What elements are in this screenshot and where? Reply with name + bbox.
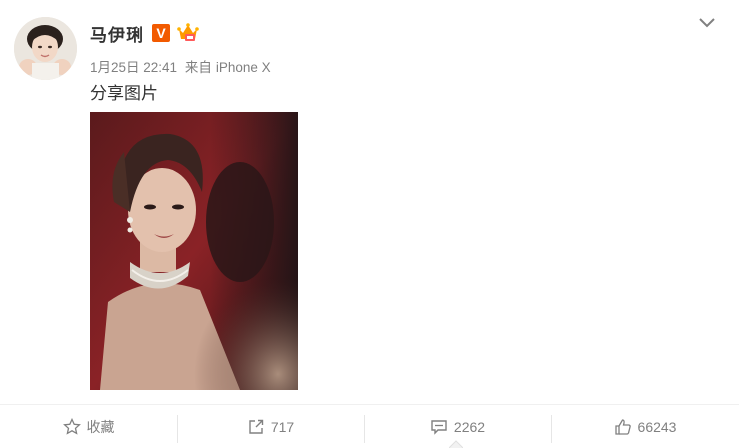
repost-button[interactable]: 717 (177, 405, 364, 448)
post-source-prefix: 来自 (184, 60, 212, 75)
favorite-button[interactable]: 收藏 (0, 405, 177, 448)
share-icon (249, 419, 264, 434)
author-avatar[interactable] (14, 17, 77, 80)
verified-badge[interactable]: V (152, 24, 170, 42)
post-source-device[interactable]: iPhone X (216, 60, 271, 75)
crown-icon[interactable] (176, 20, 200, 44)
author-name[interactable]: 马伊琍 (90, 21, 144, 46)
post-text: 分享图片 (90, 84, 158, 104)
post-time[interactable]: 1月25日 22:41 (90, 60, 177, 75)
comment-active-indicator (449, 440, 463, 448)
thumbs-up-icon (614, 418, 631, 435)
post-meta: 1月25日 22:41 来自 iPhone X (90, 56, 275, 76)
chevron-down-icon[interactable] (698, 16, 716, 30)
star-icon (62, 417, 81, 435)
repost-count: 717 (270, 418, 295, 435)
like-count: 66243 (637, 418, 677, 435)
portrait-photo (90, 112, 298, 390)
favorite-label: 收藏 (86, 418, 115, 435)
like-button[interactable]: 66243 (551, 405, 739, 448)
avatar-image (14, 17, 77, 80)
action-bar: 收藏 717 2262 66243 (0, 405, 739, 448)
post-image[interactable] (90, 112, 298, 390)
comment-icon (431, 419, 447, 435)
comment-count: 2262 (453, 418, 486, 435)
